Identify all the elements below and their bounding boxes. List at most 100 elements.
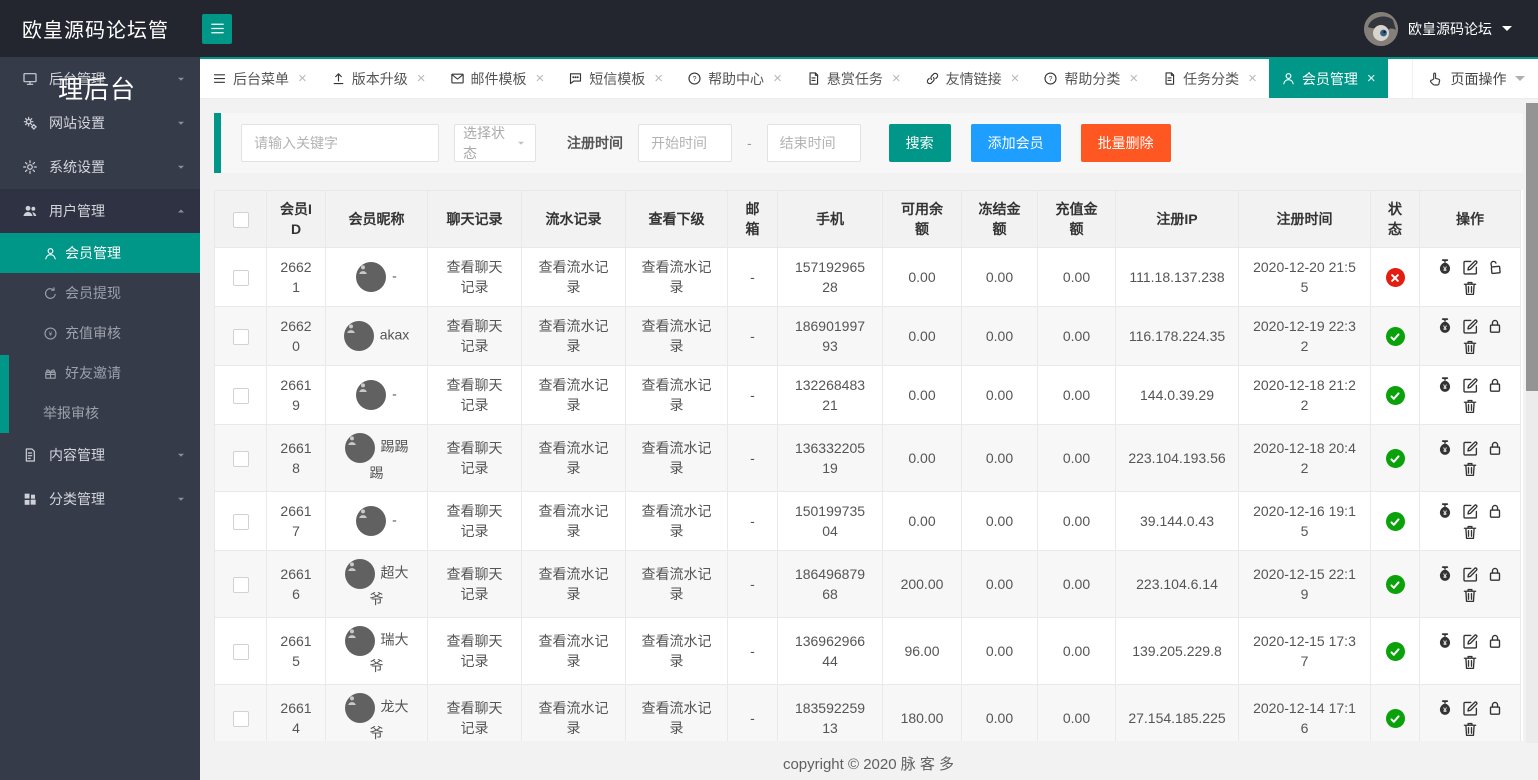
page-actions-button[interactable]: 页面操作 xyxy=(1412,59,1538,98)
delete-button[interactable] xyxy=(1461,523,1479,541)
close-icon[interactable]: × xyxy=(1129,71,1138,86)
close-icon[interactable]: × xyxy=(892,71,901,86)
view-flow-link[interactable]: 查看流水记录 xyxy=(539,259,609,295)
close-icon[interactable]: × xyxy=(298,71,307,86)
tab-item[interactable]: 悬赏任务 × xyxy=(794,59,913,98)
tab-item[interactable]: 后台菜单 × xyxy=(200,59,319,98)
delete-button[interactable] xyxy=(1461,397,1479,415)
balance-button[interactable]: ¥ xyxy=(1436,565,1454,583)
tab-item[interactable]: 会员管理 × xyxy=(1268,59,1388,98)
tab-item[interactable]: 版本升级 × xyxy=(319,59,438,98)
status-ok-icon[interactable] xyxy=(1385,709,1405,729)
edit-button[interactable] xyxy=(1461,258,1479,276)
status-ok-icon[interactable] xyxy=(1385,449,1405,469)
close-icon[interactable]: × xyxy=(417,71,426,86)
lock-button[interactable] xyxy=(1486,317,1504,335)
lock-button[interactable] xyxy=(1486,632,1504,650)
view-chat-link[interactable]: 查看聊天记录 xyxy=(447,633,503,669)
view-flow-link[interactable]: 查看流水记录 xyxy=(539,318,609,354)
view-subordinate-link[interactable]: 查看流水记录 xyxy=(642,377,712,413)
delete-button[interactable] xyxy=(1461,586,1479,604)
row-checkbox[interactable] xyxy=(232,711,249,728)
view-flow-link[interactable]: 查看流水记录 xyxy=(539,700,609,736)
sidebar-item[interactable]: 内容管理 xyxy=(0,433,200,477)
view-chat-link[interactable]: 查看聊天记录 xyxy=(447,700,503,736)
keyword-input[interactable] xyxy=(241,124,439,162)
balance-button[interactable]: ¥ xyxy=(1436,632,1454,650)
balance-button[interactable]: ¥ xyxy=(1436,699,1454,717)
select-all-checkbox[interactable] xyxy=(232,212,249,229)
edit-button[interactable] xyxy=(1461,565,1479,583)
close-icon[interactable]: × xyxy=(1248,71,1257,86)
row-checkbox[interactable] xyxy=(232,451,249,468)
sidebar-item[interactable]: 网站设置 xyxy=(0,101,200,145)
status-ok-icon[interactable] xyxy=(1385,327,1405,347)
balance-button[interactable]: ¥ xyxy=(1436,502,1454,520)
sidebar-scrollbar-thumb[interactable] xyxy=(0,355,9,433)
scrollbar-thumb[interactable] xyxy=(1526,103,1538,391)
row-checkbox[interactable] xyxy=(232,644,249,661)
menu-toggle-button[interactable] xyxy=(202,13,232,44)
view-subordinate-link[interactable]: 查看流水记录 xyxy=(642,700,712,736)
unlock-button[interactable] xyxy=(1486,258,1504,276)
user-menu[interactable]: 欧皇源码论坛 xyxy=(1364,11,1538,46)
batch-delete-button[interactable]: 批量删除 xyxy=(1080,124,1171,162)
tab-item[interactable]: ? 帮助分类 × xyxy=(1031,59,1150,98)
edit-button[interactable] xyxy=(1461,376,1479,394)
add-member-button[interactable]: 添加会员 xyxy=(970,124,1061,162)
sidebar-item[interactable]: 分类管理 xyxy=(0,477,200,521)
view-chat-link[interactable]: 查看聊天记录 xyxy=(447,503,503,539)
view-chat-link[interactable]: 查看聊天记录 xyxy=(447,259,503,295)
edit-button[interactable] xyxy=(1461,699,1479,717)
view-subordinate-link[interactable]: 查看流水记录 xyxy=(642,259,712,295)
tab-item[interactable]: ? 帮助中心 × xyxy=(675,59,794,98)
row-checkbox[interactable] xyxy=(232,329,249,346)
sidebar-item[interactable]: 系统设置 xyxy=(0,145,200,189)
tab-item[interactable]: 短信模板 × xyxy=(556,59,675,98)
balance-button[interactable]: ¥ xyxy=(1436,439,1454,457)
status-ok-icon[interactable] xyxy=(1385,642,1405,662)
lock-button[interactable] xyxy=(1486,376,1504,394)
close-icon[interactable]: × xyxy=(654,71,663,86)
view-flow-link[interactable]: 查看流水记录 xyxy=(539,503,609,539)
view-subordinate-link[interactable]: 查看流水记录 xyxy=(642,440,712,476)
close-icon[interactable]: × xyxy=(773,71,782,86)
status-select[interactable]: 选择状态 xyxy=(454,124,536,162)
lock-button[interactable] xyxy=(1486,439,1504,457)
close-icon[interactable]: × xyxy=(1367,71,1376,86)
sidebar-subitem[interactable]: ¥ 充值审核 xyxy=(0,313,200,353)
view-subordinate-link[interactable]: 查看流水记录 xyxy=(642,503,712,539)
lock-button[interactable] xyxy=(1486,699,1504,717)
delete-button[interactable] xyxy=(1461,720,1479,738)
balance-button[interactable]: ¥ xyxy=(1436,258,1454,276)
delete-button[interactable] xyxy=(1461,279,1479,297)
search-button[interactable]: 搜索 xyxy=(888,124,951,162)
tab-item[interactable]: 友情链接 × xyxy=(913,59,1032,98)
sidebar-subitem[interactable]: 会员提现 xyxy=(0,273,200,313)
start-time-input[interactable] xyxy=(638,124,732,162)
view-flow-link[interactable]: 查看流水记录 xyxy=(539,566,609,602)
edit-button[interactable] xyxy=(1461,632,1479,650)
scrollbar-track[interactable] xyxy=(1526,103,1538,743)
view-subordinate-link[interactable]: 查看流水记录 xyxy=(642,633,712,669)
status-banned-icon[interactable] xyxy=(1385,268,1405,288)
view-flow-link[interactable]: 查看流水记录 xyxy=(539,440,609,476)
row-checkbox[interactable] xyxy=(232,270,249,287)
status-ok-icon[interactable] xyxy=(1385,575,1405,595)
end-time-input[interactable] xyxy=(766,124,861,162)
edit-button[interactable] xyxy=(1461,317,1479,335)
delete-button[interactable] xyxy=(1461,338,1479,356)
lock-button[interactable] xyxy=(1486,565,1504,583)
edit-button[interactable] xyxy=(1461,502,1479,520)
view-chat-link[interactable]: 查看聊天记录 xyxy=(447,440,503,476)
tab-item[interactable]: 邮件模板 × xyxy=(438,59,557,98)
edit-button[interactable] xyxy=(1461,439,1479,457)
row-checkbox[interactable] xyxy=(232,577,249,594)
delete-button[interactable] xyxy=(1461,460,1479,478)
view-chat-link[interactable]: 查看聊天记录 xyxy=(447,318,503,354)
status-ok-icon[interactable] xyxy=(1385,386,1405,406)
sidebar-subitem[interactable]: 会员管理 xyxy=(0,233,200,273)
sidebar-subitem[interactable]: 举报审核 xyxy=(0,393,200,433)
lock-button[interactable] xyxy=(1486,502,1504,520)
view-chat-link[interactable]: 查看聊天记录 xyxy=(447,377,503,413)
